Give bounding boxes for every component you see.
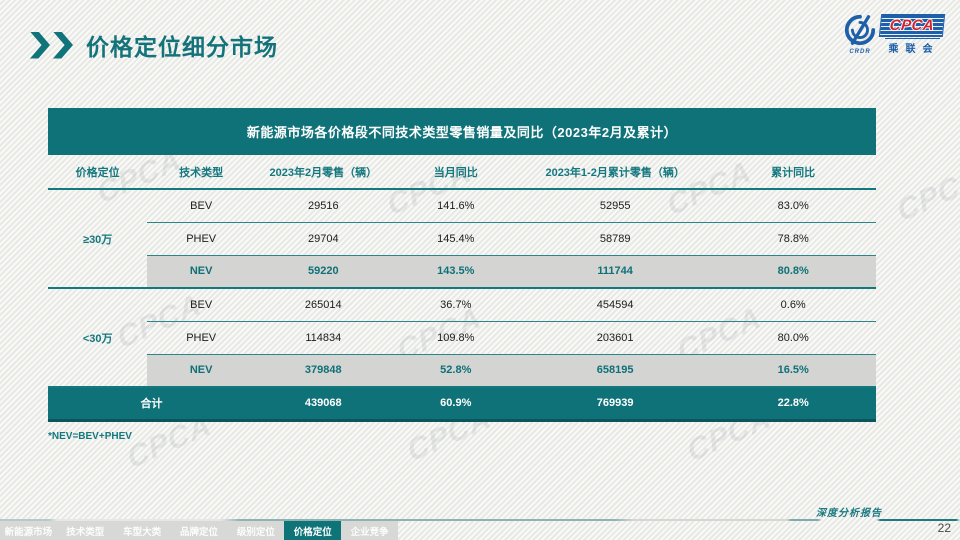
total-feb: 439068 (255, 387, 392, 420)
cell-cum: 111744 (520, 255, 710, 288)
table-header-row: 价格定位 技术类型 2023年2月零售（辆） 当月同比 2023年1-2月累计零… (48, 155, 876, 189)
cell-type: PHEV (147, 222, 255, 255)
cell-mom: 52.8% (392, 354, 520, 387)
table-row: ≥30万 BEV 29516 141.6% 52955 83.0% (48, 189, 876, 222)
tab-price-position[interactable]: 价格定位 (284, 521, 341, 540)
cell-feb: 29516 (255, 189, 392, 222)
group-label: ≥30万 (48, 189, 147, 288)
cell-mom: 109.8% (392, 321, 520, 354)
tab-level-position[interactable]: 级别定位 (227, 521, 284, 540)
data-table-section: 新能源市场各价格段不同技术类型零售销量及同比（2023年2月及累计） 价格定位 … (48, 108, 876, 442)
group-label: <30万 (48, 288, 147, 387)
col-header-cum-retail: 2023年1-2月累计零售（辆） (520, 155, 710, 189)
cell-yoy: 78.8% (710, 222, 876, 255)
tab-label: 车型大类 (123, 524, 161, 538)
cell-cum: 454594 (520, 288, 710, 321)
total-mom: 60.9% (392, 387, 520, 420)
tab-company-competition[interactable]: 企业竞争 (341, 521, 398, 540)
table-row: <30万 BEV 265014 36.7% 454594 0.6% (48, 288, 876, 321)
tab-vehicle-class[interactable]: 车型大类 (114, 521, 171, 540)
cell-cum: 658195 (520, 354, 710, 387)
col-header-price-tier: 价格定位 (48, 155, 147, 189)
cell-mom: 141.6% (392, 189, 520, 222)
cpca-logo-subtext: CRDR (849, 49, 870, 55)
table-title: 新能源市场各价格段不同技术类型零售销量及同比（2023年2月及累计） (48, 108, 876, 155)
cell-yoy: 83.0% (710, 189, 876, 222)
page-title: 价格定位细分市场 (86, 28, 278, 62)
report-label: 深度分析报告 (813, 504, 885, 519)
cpca-chinese-name: 乘联会 (885, 38, 940, 55)
chevron-right-icon (53, 32, 73, 59)
tab-label: 企业竞争 (351, 524, 389, 538)
col-header-feb-retail: 2023年2月零售（辆） (255, 155, 392, 189)
cell-type: BEV (147, 189, 255, 222)
cell-feb: 114834 (255, 321, 392, 354)
table-row: PHEV 114834 109.8% 203601 80.0% (48, 321, 876, 354)
tab-label: 级别定位 (237, 524, 275, 538)
cell-feb: 265014 (255, 288, 392, 321)
cell-mom: 145.4% (392, 222, 520, 255)
cell-yoy: 16.5% (710, 354, 876, 387)
cell-type: BEV (147, 288, 255, 321)
cell-feb: 379848 (255, 354, 392, 387)
cell-type: PHEV (147, 321, 255, 354)
total-cum: 769939 (520, 387, 710, 420)
cell-cum: 52955 (520, 189, 710, 222)
table-row-nev: NEV 59220 143.5% 111744 80.8% (48, 255, 876, 288)
tab-label: 技术类型 (66, 524, 104, 538)
section-tabbar: 新能源市场 技术类型 车型大类 品牌定位 级别定位 价格定位 企业竞争 (0, 521, 398, 540)
cell-cum: 58789 (520, 222, 710, 255)
cell-yoy: 80.0% (710, 321, 876, 354)
tab-label: 品牌定位 (180, 524, 218, 538)
cell-yoy: 0.6% (710, 288, 876, 321)
tab-label: 价格定位 (294, 524, 332, 538)
cell-feb: 59220 (255, 255, 392, 288)
cell-mom: 143.5% (392, 255, 520, 288)
col-header-tech-type: 技术类型 (147, 155, 255, 189)
cpca-swirl-icon (843, 13, 877, 52)
table-total-row: 合计 439068 60.9% 769939 22.8% (48, 387, 876, 420)
table-row-nev: NEV 379848 52.8% 658195 16.5% (48, 354, 876, 387)
cell-yoy: 80.8% (710, 255, 876, 288)
cell-mom: 36.7% (392, 288, 520, 321)
cell-feb: 29704 (255, 222, 392, 255)
page-number: 22 (938, 521, 951, 535)
table-row: PHEV 29704 145.4% 58789 78.8% (48, 222, 876, 255)
chevron-right-icon (30, 32, 50, 59)
footnote: *NEV=BEV+PHEV (48, 431, 876, 442)
cpca-acronym: CPCA (889, 17, 935, 34)
cpca-logo: CRDR CPCA 乘联会 (843, 13, 944, 55)
tab-label: 新能源市场 (5, 524, 53, 538)
slide-header: 价格定位细分市场 (30, 28, 278, 62)
cell-type: NEV (147, 354, 255, 387)
cpca-acronym-badge: CPCA (879, 14, 945, 37)
tab-tech-type[interactable]: 技术类型 (57, 521, 114, 540)
col-header-cum-yoy: 累计同比 (710, 155, 876, 189)
tab-nev-market[interactable]: 新能源市场 (0, 521, 57, 540)
col-header-mom-yoy: 当月同比 (392, 155, 520, 189)
sales-table: 价格定位 技术类型 2023年2月零售（辆） 当月同比 2023年1-2月累计零… (48, 155, 876, 422)
watermark: CPCA (894, 161, 960, 230)
total-yoy: 22.8% (710, 387, 876, 420)
cell-cum: 203601 (520, 321, 710, 354)
cell-type: NEV (147, 255, 255, 288)
tab-brand-position[interactable]: 品牌定位 (171, 521, 228, 540)
total-label: 合计 (48, 387, 255, 420)
